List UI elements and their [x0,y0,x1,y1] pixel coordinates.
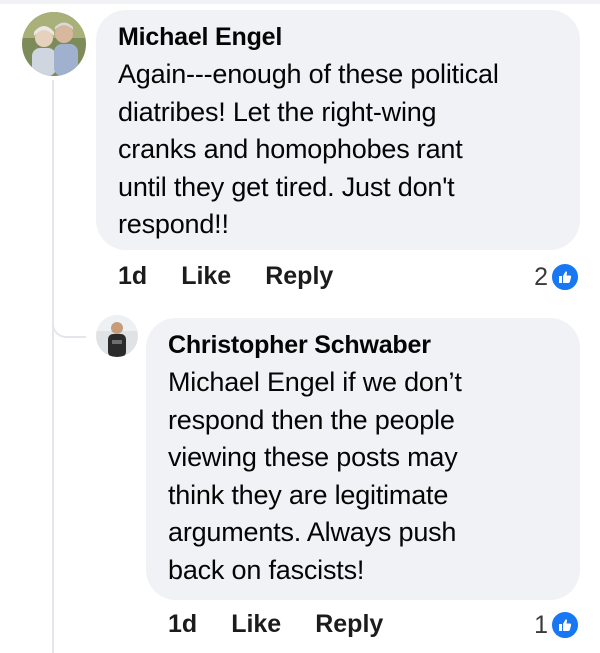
reply-button[interactable]: Reply [315,610,383,639]
reply-connector [52,300,86,338]
comment-actions: 1d Like Reply [168,610,383,639]
thread-line [52,80,54,653]
reply-bubble: Christopher Schwaber Michael Engel if we… [146,318,580,600]
reaction-count: 2 [534,262,548,291]
thumbs-up-icon [550,262,580,292]
avatar-michael-engel[interactable] [22,12,86,76]
comment-bubble: Michael Engel Again---enough of these po… [96,10,580,250]
comment-author[interactable]: Michael Engel [118,22,560,52]
comment-actions: 1d Like Reply [118,262,333,291]
like-button[interactable]: Like [231,610,281,639]
reply-button[interactable]: Reply [265,262,333,291]
comment-text: Michael Engel if we don’t respond then t… [168,367,462,585]
reaction-summary[interactable]: 1 [534,610,580,640]
comment-timestamp[interactable]: 1d [118,262,147,291]
reaction-summary[interactable]: 2 [534,262,580,292]
comment-timestamp[interactable]: 1d [168,610,197,639]
avatar-christopher-schwaber[interactable] [96,315,138,357]
comment-author[interactable]: Christopher Schwaber [168,330,560,360]
comment-text: Again---enough of these political diatri… [118,59,499,239]
like-button[interactable]: Like [181,262,231,291]
top-divider [0,0,600,4]
reaction-count: 1 [534,610,548,639]
thumbs-up-icon [550,610,580,640]
